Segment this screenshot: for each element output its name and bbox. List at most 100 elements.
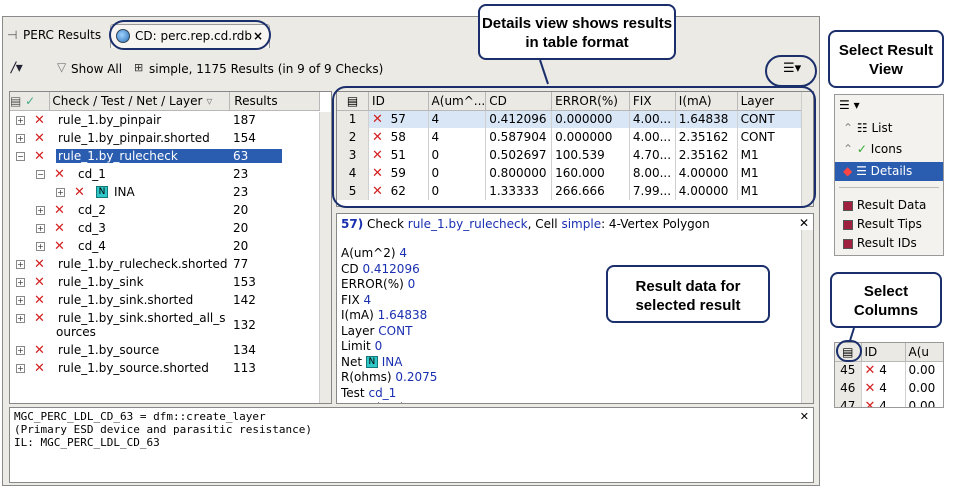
preview-id-cell: ✕ 4 [861,379,906,397]
selected-diamond-icon: ◆ [843,164,853,178]
tree-row-label: rule_1.by_rulecheck.shorted [58,257,228,271]
tree-scrollbar[interactable] [319,112,331,403]
view-menu-result-ids[interactable]: Result IDs [835,234,943,253]
tree-header: ▤ ✓ Check / Test / Net / Layer ▿ Results [10,92,320,111]
property-value[interactable]: 4 [364,293,372,307]
tree-col-check[interactable]: Check / Test / Net / Layer ▿ [49,92,231,111]
tree-row-count: 134 [233,343,256,357]
expand-icon[interactable]: + [56,188,65,197]
tree-row[interactable]: + ✕ rule_1.by_rulecheck.shorted 77 [10,256,320,274]
view-menu-details[interactable]: ◆ ☰ Details [835,162,943,181]
tree-row-count: 153 [233,275,256,289]
expand-icon[interactable]: + [16,314,25,323]
expand-icon[interactable]: + [16,116,25,125]
detail-property: A(um^2) 4 [341,246,458,262]
tree-row-label: rule_1.by_sink.shorted [58,293,194,307]
property-key: A(um^2) [341,246,396,260]
tree-row[interactable]: + ✕ N INA 23 [10,184,320,202]
error-x-icon: ✕ [34,361,45,376]
error-x-icon: ✕ [34,131,45,146]
tree-row[interactable]: + ✕ cd_4 20 [10,238,320,256]
expand-icon[interactable]: + [16,364,25,373]
checkbox-icon [843,238,853,249]
details-close-icon[interactable]: ✕ [799,216,809,230]
view-menu-header[interactable]: ☰ ▾ [835,96,943,115]
show-all-button[interactable]: Show All [71,62,122,76]
row-number: 46 [835,379,862,397]
tree-row[interactable]: − ✕ rule_1.by_rulecheck 63 [10,148,320,166]
property-value[interactable]: 0 [375,339,383,353]
filter-icon: ▽ [57,60,67,74]
highlight-columns-icon [836,340,862,362]
view-menu-list[interactable]: ⌃ ☷ List [835,119,943,138]
tree-row[interactable]: + ✕ rule_1.by_pinpair.shorted 154 [10,130,320,148]
expand-icon[interactable]: + [16,346,25,355]
net-badge-icon: N [96,186,108,198]
property-value[interactable]: 4 [399,246,407,260]
tab-perc-results[interactable]: ⊣ PERC Results [7,24,111,48]
property-value[interactable]: 1.64838 [378,308,428,322]
tree-row[interactable]: + ✕ cd_2 20 [10,202,320,220]
expand-icon[interactable]: − [16,152,25,161]
tree-row[interactable]: + ✕ rule_1.by_sink.shorted 142 [10,292,320,310]
property-value[interactable]: CONT [378,324,412,338]
tree-row-count: 132 [233,318,256,332]
detail-property: Limit 0 [341,339,458,355]
property-value[interactable]: 0.412096 [362,262,419,276]
property-value[interactable]: 0.2075 [395,370,437,384]
highlight-pen-icon[interactable]: /▾ [11,60,33,76]
tree-row-count: 20 [233,203,249,217]
tree-row-label: rule_1.by_rulecheck [56,149,230,163]
expand-icon[interactable]: + [36,224,45,233]
tree-row[interactable]: + ✕ cd_3 20 [10,220,320,238]
pin-icon: ⊣ [7,28,18,42]
expand-icon[interactable]: + [16,278,25,287]
tree-row[interactable]: + ✕ rule_1.by_sink.shorted_all_s ources … [10,310,320,342]
details-scrollbar[interactable] [801,230,813,403]
tree-row-count: 154 [233,131,256,145]
error-x-icon: ✕ [34,149,45,164]
property-value[interactable]: INA [382,355,403,369]
expand-icon[interactable]: − [36,170,45,179]
tree-col-results[interactable]: Results [229,92,320,111]
tree-row-label: cd_1 [78,167,106,181]
tree-row[interactable]: + ✕ rule_1.by_source.shorted 113 [10,360,320,378]
view-menu-icons[interactable]: ⌃ ✓ Icons [835,140,943,159]
property-value[interactable]: cd_1 [368,386,396,400]
tree-header-icons: ▤ ✓ [10,92,51,111]
preview-row: 45 ✕ 4 0.00 [835,361,943,379]
tree-row-label: rule_1.by_sink [58,275,144,289]
detail-property: Layer CONT [341,324,458,340]
detail-property: Vmax(mV) 20.9054 [341,401,458,403]
error-x-icon: ✕ [54,239,65,254]
tree-row-label: cd_3 [78,221,106,235]
expand-icon[interactable]: + [36,242,45,251]
error-x-icon: ✕ [34,311,45,326]
expand-icon[interactable]: + [16,134,25,143]
tree-row[interactable]: + ✕ rule_1.by_pinpair 187 [10,112,320,130]
rule-close-icon[interactable]: ✕ [800,410,809,423]
property-value[interactable]: 0 [408,277,416,291]
view-menu-result-tips[interactable]: Result Tips [835,215,943,234]
tree-row-count: 113 [233,361,256,375]
tree-row[interactable]: − ✕ cd_1 23 [10,166,320,184]
highlight-results-table [332,86,816,208]
error-x-icon: ✕ [864,398,876,408]
tree-row-count: 187 [233,113,256,127]
preview-col-id: ID [861,343,906,362]
expand-icon[interactable]: + [36,206,45,215]
row-number: 45 [835,361,862,379]
sort-icon: ▿ [206,93,213,108]
up-arrow-icon: ⌃ [843,121,854,135]
tree-row-count: 63 [230,149,282,163]
expand-icon[interactable]: + [16,296,25,305]
property-key: Test [341,385,365,400]
tree-row[interactable]: + ✕ rule_1.by_source 134 [10,342,320,360]
detail-property: R(ohms) 0.2075 [341,370,458,386]
preview-area-cell: 0.00 [905,361,943,379]
columns-icon[interactable]: ▤ [10,94,21,108]
tree-row[interactable]: + ✕ rule_1.by_sink 153 [10,274,320,292]
property-value[interactable]: 20.9054 [408,401,458,403]
expand-icon[interactable]: + [16,260,25,269]
view-menu-result-data[interactable]: Result Data [835,196,943,215]
